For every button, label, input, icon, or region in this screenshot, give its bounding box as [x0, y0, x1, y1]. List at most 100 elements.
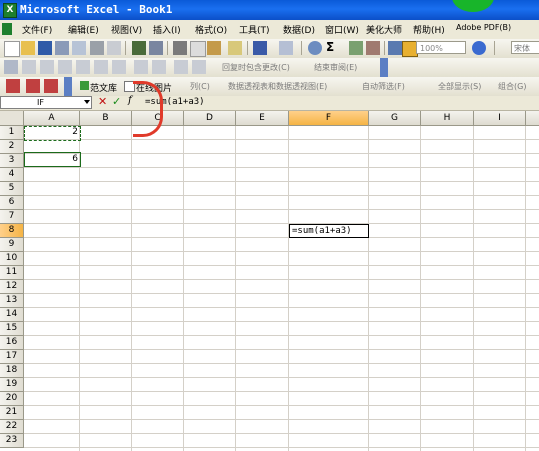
review-icon[interactable] — [76, 60, 90, 74]
row-header-22[interactable]: 22 — [0, 420, 24, 434]
group-button[interactable]: 组合(G) — [498, 81, 526, 92]
row-header-9[interactable]: 9 — [0, 238, 24, 252]
row-header-21[interactable]: 21 — [0, 406, 24, 420]
menu-help[interactable]: 帮助(H) — [413, 23, 445, 36]
row-header-2[interactable]: 2 — [0, 140, 24, 154]
cancel-icon[interactable]: ✕ — [98, 95, 107, 108]
menu-insert[interactable]: 插入(I) — [153, 23, 181, 36]
row-header-15[interactable]: 15 — [0, 322, 24, 336]
print-icon[interactable] — [90, 41, 104, 55]
column-header-e[interactable]: E — [236, 111, 289, 126]
column-header-h[interactable]: H — [421, 111, 474, 126]
menu-tools[interactable]: 工具(T) — [239, 23, 270, 36]
reply-with-changes-button[interactable]: 回复时包含更改(C) — [222, 62, 290, 73]
column-header-g[interactable]: G — [369, 111, 421, 126]
end-review-button[interactable]: 结束审阅(E) — [314, 62, 357, 73]
zoom-combobox[interactable]: 100% — [416, 41, 466, 54]
help-icon[interactable] — [472, 41, 486, 55]
cut-icon[interactable] — [173, 41, 187, 55]
toolbar-end-handle[interactable] — [380, 58, 388, 77]
row-header-1[interactable]: 1 — [0, 126, 24, 140]
row-header-3[interactable]: 3 — [0, 154, 24, 168]
row-header-8[interactable]: 8 — [0, 224, 24, 238]
research-icon[interactable] — [149, 41, 163, 55]
column-button[interactable]: 列(C) — [190, 81, 210, 92]
row-header-6[interactable]: 6 — [0, 196, 24, 210]
font-name-combobox[interactable]: 宋体 — [511, 41, 539, 54]
name-box[interactable]: IF — [0, 96, 92, 109]
show-all-button[interactable]: 全部显示(S) — [438, 81, 481, 92]
excel-app-icon[interactable]: X — [3, 3, 17, 18]
sort-ascending-icon[interactable] — [349, 41, 363, 55]
menu-edit[interactable]: 编辑(E) — [68, 23, 99, 36]
review-icon[interactable] — [112, 60, 126, 74]
row-header-18[interactable]: 18 — [0, 364, 24, 378]
autosum-icon[interactable]: Σ — [326, 40, 334, 54]
document-icon[interactable] — [2, 23, 12, 35]
review-icon[interactable] — [58, 60, 72, 74]
email-icon[interactable] — [72, 41, 86, 55]
row-header-7[interactable]: 7 — [0, 210, 24, 224]
menu-window[interactable]: 窗口(W) — [325, 23, 359, 36]
row-header-23[interactable]: 23 — [0, 434, 24, 448]
review-icon[interactable] — [40, 60, 54, 74]
autofilter-button[interactable]: 自动筛选(F) — [362, 81, 405, 92]
save-icon[interactable] — [38, 41, 52, 55]
column-header-a[interactable]: A — [24, 111, 80, 126]
select-all-corner[interactable] — [0, 111, 24, 126]
review-icon[interactable] — [134, 60, 148, 74]
column-header-i[interactable]: I — [474, 111, 526, 126]
sort-descending-icon[interactable] — [366, 41, 380, 55]
new-file-icon[interactable] — [4, 41, 20, 57]
cell-a3[interactable]: 6 — [26, 154, 78, 164]
open-folder-icon[interactable] — [21, 41, 35, 55]
pivot-table-button[interactable]: 数据透视表和数据透视图(E) — [228, 81, 327, 92]
name-box-dropdown-icon[interactable] — [84, 100, 90, 104]
chart-wizard-icon[interactable] — [388, 41, 402, 55]
spelling-icon[interactable] — [132, 41, 146, 55]
window-control-button[interactable] — [452, 0, 494, 12]
menu-adobe-pdf[interactable]: Adobe PDF(B) — [456, 23, 511, 32]
cell-f8-editor[interactable]: =sum(a1+a3) — [289, 224, 369, 238]
row-header-19[interactable]: 19 — [0, 378, 24, 392]
column-header-j[interactable] — [526, 111, 539, 126]
review-icon[interactable] — [174, 60, 188, 74]
paste-icon[interactable] — [207, 41, 221, 55]
pdf-icon[interactable] — [6, 79, 20, 93]
column-header-f[interactable]: F — [289, 111, 369, 126]
menu-format[interactable]: 格式(O) — [195, 23, 227, 36]
row-header-12[interactable]: 12 — [0, 280, 24, 294]
pdf-icon[interactable] — [44, 79, 58, 93]
menu-beautify[interactable]: 美化大师 — [366, 23, 402, 36]
cell-a1[interactable]: 2 — [26, 127, 78, 137]
column-header-b[interactable]: B — [80, 111, 132, 126]
row-header-20[interactable]: 20 — [0, 392, 24, 406]
review-icon[interactable] — [192, 60, 206, 74]
row-header-14[interactable]: 14 — [0, 308, 24, 322]
undo-icon[interactable] — [253, 41, 267, 55]
row-header-10[interactable]: 10 — [0, 252, 24, 266]
enter-icon[interactable]: ✓ — [112, 95, 121, 108]
row-header-4[interactable]: 4 — [0, 168, 24, 182]
menu-data[interactable]: 数据(D) — [283, 23, 315, 36]
row-header-11[interactable]: 11 — [0, 266, 24, 280]
review-icon[interactable] — [94, 60, 108, 74]
review-icon[interactable] — [22, 60, 36, 74]
insert-function-icon[interactable]: f — [128, 95, 132, 106]
redo-icon[interactable] — [279, 41, 293, 55]
row-header-13[interactable]: 13 — [0, 294, 24, 308]
permission-icon[interactable] — [55, 41, 69, 55]
print-preview-icon[interactable] — [107, 41, 121, 55]
pdf-icon[interactable] — [26, 79, 40, 93]
review-icon[interactable] — [152, 60, 166, 74]
row-header-17[interactable]: 17 — [0, 350, 24, 364]
cell-grid[interactable] — [24, 126, 539, 451]
menu-view[interactable]: 视图(V) — [111, 23, 142, 36]
hyperlink-icon[interactable] — [308, 41, 322, 55]
toolbar-end-handle[interactable] — [64, 77, 72, 96]
row-header-16[interactable]: 16 — [0, 336, 24, 350]
fanwenku-button[interactable]: 范文库 — [90, 81, 117, 94]
copy-icon[interactable] — [190, 41, 206, 57]
row-header-5[interactable]: 5 — [0, 182, 24, 196]
column-header-d[interactable]: D — [184, 111, 236, 126]
